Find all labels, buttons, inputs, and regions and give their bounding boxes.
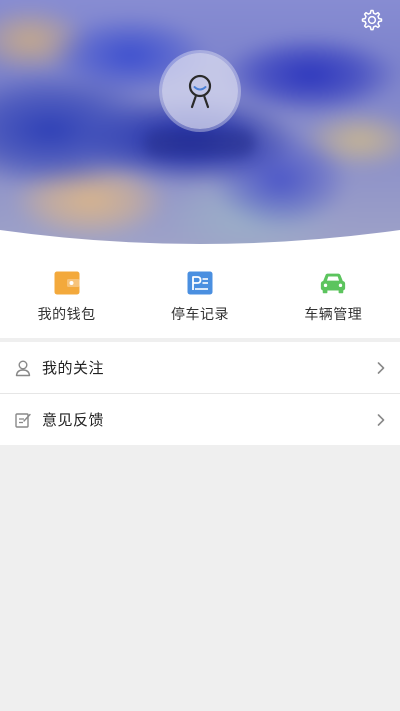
wallet-label: 我的钱包 xyxy=(37,307,96,323)
parking-record-icon xyxy=(186,270,214,296)
chevron-right-icon xyxy=(376,413,386,427)
menu-item-label: 意见反馈 xyxy=(42,411,105,429)
username-blurred xyxy=(145,130,255,156)
quick-actions: 我的钱包 停车记录 车辆管理 xyxy=(0,252,400,338)
menu-item-feedback[interactable]: 意见反馈 xyxy=(0,393,400,445)
car-icon xyxy=(319,270,347,296)
vehicle-management-label: 车辆管理 xyxy=(304,307,363,323)
wallet-button[interactable]: 我的钱包 xyxy=(0,252,133,338)
gear-icon xyxy=(361,9,383,31)
settings-menu: 我的关注 意见反馈 xyxy=(0,342,400,445)
settings-button[interactable] xyxy=(358,6,386,34)
parking-record-button[interactable]: 停车记录 xyxy=(133,252,266,338)
chevron-right-icon xyxy=(376,361,386,375)
parking-record-label: 停车记录 xyxy=(170,307,229,323)
menu-item-label: 我的关注 xyxy=(42,359,105,377)
person-icon xyxy=(14,359,32,377)
menu-item-my-follows[interactable]: 我的关注 xyxy=(0,342,400,393)
vehicle-management-button[interactable]: 车辆管理 xyxy=(267,252,400,338)
profile-screen: 我的钱包 停车记录 车辆管理 我的关注 意见反馈 xyxy=(0,0,400,711)
profile-header xyxy=(0,0,400,252)
user-avatar-icon xyxy=(188,74,212,109)
feedback-edit-icon xyxy=(14,411,32,429)
avatar[interactable] xyxy=(162,53,238,129)
header-curve xyxy=(0,230,400,252)
wallet-icon xyxy=(53,270,81,296)
